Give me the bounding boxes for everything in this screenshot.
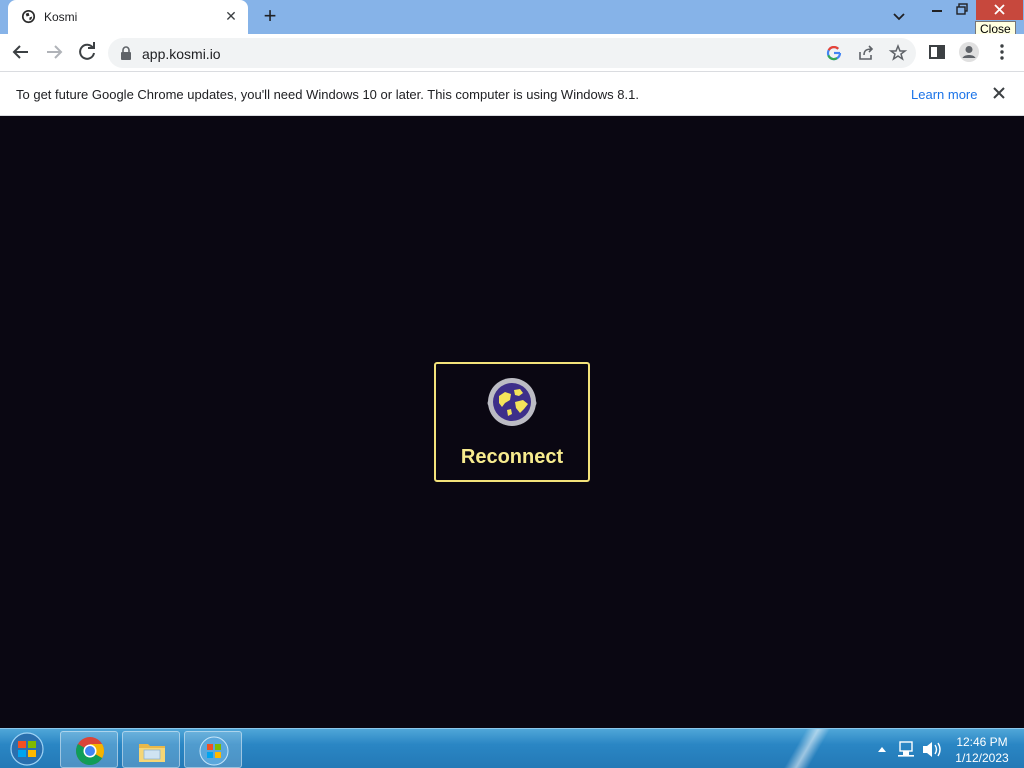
- taskbar-windows-globe-button[interactable]: [184, 731, 242, 768]
- chrome-icon: [76, 737, 104, 765]
- reconnect-button[interactable]: Reconnect: [434, 362, 590, 482]
- taskbar-file-explorer-button[interactable]: [122, 731, 180, 768]
- tab-strip: Kosmi ✕ + Close: [0, 0, 1024, 38]
- lock-icon[interactable]: [120, 46, 132, 60]
- windows-globe-icon: [199, 736, 229, 766]
- system-tray: [878, 741, 941, 757]
- tab-kosmi[interactable]: Kosmi ✕: [8, 0, 248, 34]
- windows-taskbar: 12:46 PM 1/12/2023: [0, 728, 1024, 768]
- close-window-button[interactable]: [976, 0, 1023, 20]
- kosmi-planet-logo-icon: [487, 378, 537, 426]
- taskbar-glare: [770, 729, 850, 768]
- update-infobar: To get future Google Chrome updates, you…: [0, 71, 1024, 116]
- google-icon[interactable]: [824, 43, 844, 63]
- learn-more-link[interactable]: Learn more: [911, 87, 977, 102]
- back-icon[interactable]: [8, 39, 34, 65]
- clock-time: 12:46 PM: [956, 735, 1008, 749]
- bookmark-star-icon[interactable]: [888, 43, 908, 63]
- side-panel-icon[interactable]: [924, 39, 950, 65]
- show-hidden-icons-icon[interactable]: [878, 747, 886, 752]
- minimize-icon: [932, 10, 942, 12]
- reload-icon[interactable]: [74, 39, 100, 65]
- profile-avatar-icon[interactable]: [956, 39, 982, 65]
- address-bar[interactable]: app.kosmi.io: [108, 38, 916, 68]
- folder-icon: [139, 744, 165, 762]
- restore-icon: [956, 3, 968, 15]
- tab-close-icon[interactable]: ✕: [222, 7, 240, 25]
- menu-kebab-icon[interactable]: [989, 39, 1015, 65]
- infobar-message: To get future Google Chrome updates, you…: [16, 87, 639, 102]
- url-text[interactable]: app.kosmi.io: [142, 46, 221, 62]
- restore-button[interactable]: [951, 0, 973, 20]
- clock-date: 1/12/2023: [955, 751, 1009, 765]
- share-icon[interactable]: [856, 43, 876, 63]
- volume-icon[interactable]: [923, 742, 941, 757]
- infobar-close-icon[interactable]: [990, 84, 1008, 102]
- tab-search-chevron-icon[interactable]: [889, 8, 909, 26]
- windows-start-icon[interactable]: [4, 731, 50, 767]
- reconnect-label: Reconnect: [460, 446, 564, 468]
- new-tab-button[interactable]: +: [258, 5, 282, 29]
- forward-icon[interactable]: [41, 39, 67, 65]
- close-icon: [994, 4, 1005, 15]
- tab-title: Kosmi: [44, 10, 78, 24]
- browser-toolbar: app.kosmi.io: [0, 34, 1024, 71]
- taskbar-clock[interactable]: 12:46 PM 1/12/2023: [946, 734, 1018, 766]
- network-icon[interactable]: [898, 741, 914, 757]
- taskbar-chrome-button[interactable]: [60, 731, 118, 768]
- minimize-button[interactable]: [926, 0, 948, 20]
- page-content: Reconnect: [0, 116, 1024, 728]
- kosmi-globe-icon: [21, 9, 36, 24]
